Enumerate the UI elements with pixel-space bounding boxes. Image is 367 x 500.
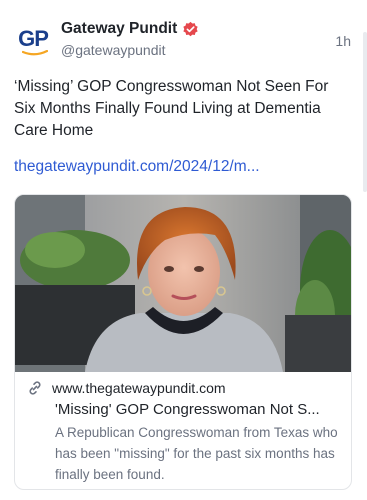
card-domain-row: www.thegatewaypundit.com: [27, 380, 226, 396]
author-handle[interactable]: @gatewaypundit: [61, 42, 166, 58]
avatar-initials: GP: [18, 26, 49, 51]
link-icon: [29, 381, 41, 395]
card-title[interactable]: 'Missing' GOP Congresswoman Not S...: [55, 401, 345, 418]
card-domain: www.thegatewaypundit.com: [52, 380, 226, 396]
scrollbar[interactable]: [363, 32, 367, 192]
author-display-name[interactable]: Gateway Pundit: [61, 20, 177, 38]
post-text: ‘Missing’ GOP Congresswoman Not Seen For…: [14, 78, 329, 139]
author-avatar[interactable]: GP: [12, 20, 54, 62]
avatar-swoosh-icon: [22, 50, 48, 56]
post-timestamp[interactable]: 1h: [335, 33, 351, 49]
card-image[interactable]: [15, 195, 352, 372]
card-description: A Republican Congresswoman from Texas wh…: [55, 425, 338, 482]
link-preview-card[interactable]: www.thegatewaypundit.com 'Missing' GOP C…: [14, 194, 352, 490]
post-link[interactable]: thegatewaypundit.com/2024/12/m...: [14, 158, 260, 176]
verified-badge-icon: [183, 21, 198, 36]
post: GP Gateway Pundit @gatewaypundit 1h ‘Mis…: [0, 0, 367, 500]
author-name-row: Gateway Pundit: [61, 20, 199, 38]
